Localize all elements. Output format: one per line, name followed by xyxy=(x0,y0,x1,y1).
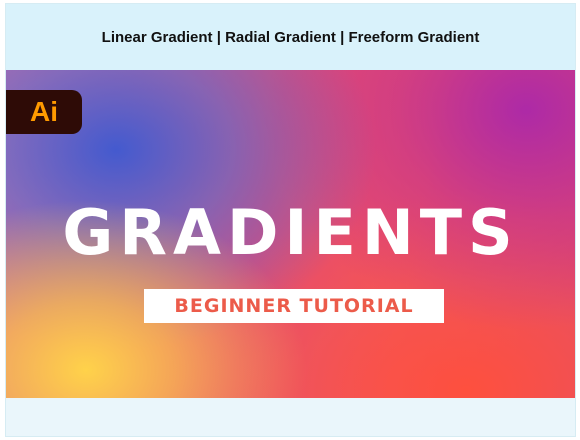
subtitle-text: BEGINNER TUTORIAL xyxy=(174,295,414,317)
thumbnail-headline: GRADIENTS xyxy=(62,196,519,269)
video-card[interactable]: Linear Gradient | Radial Gradient | Free… xyxy=(5,3,576,437)
card-title-bar: Linear Gradient | Radial Gradient | Free… xyxy=(6,4,575,70)
logo-text: Ai xyxy=(30,96,58,127)
illustrator-logo-icon: Ai xyxy=(6,90,82,134)
card-title: Linear Gradient | Radial Gradient | Free… xyxy=(101,28,480,46)
video-thumbnail[interactable]: Ai GRADIENTS BEGINNER TUTORIAL xyxy=(6,70,575,398)
subtitle-banner: BEGINNER TUTORIAL xyxy=(144,289,444,323)
